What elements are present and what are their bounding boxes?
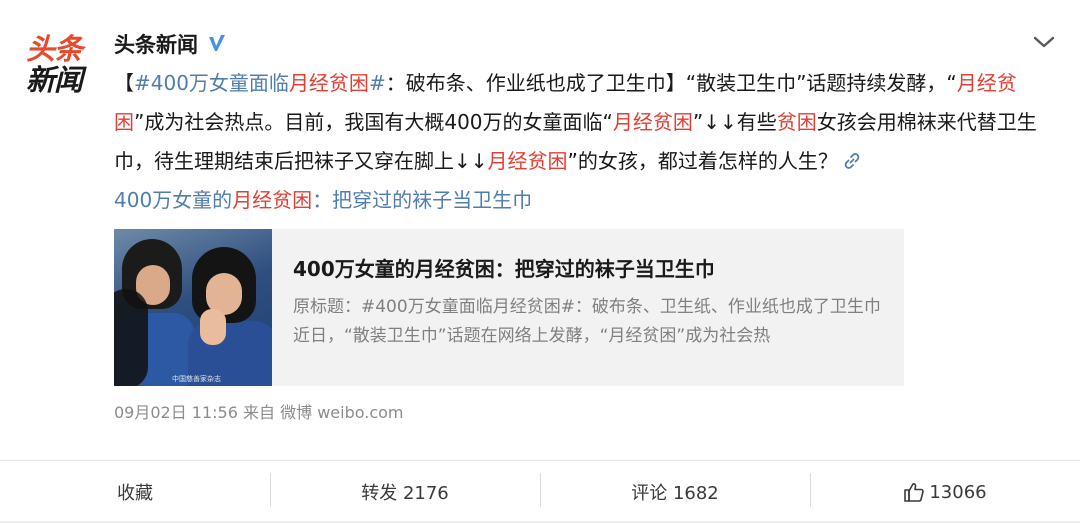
like-button[interactable]: 13066	[810, 461, 1080, 523]
article-link-pre: 400万女童的	[114, 188, 233, 212]
highlight-text: 贫困	[776, 110, 817, 134]
article-card[interactable]: 中国慈善家杂志 400万女童的月经贫困：把穿过的袜子当卫生巾 原标题：#400万…	[114, 229, 904, 386]
post-text-segment: ”↓↓有些	[692, 110, 777, 134]
favorite-button[interactable]: 收藏	[0, 461, 270, 523]
article-link-post: ：把穿过的袜子当卫生巾	[312, 188, 533, 212]
post-text: 【#400万女童面临月经贫困#：破布条、作业纸也成了卫生巾】“散装卫生巾”话题持…	[114, 71, 1037, 173]
post-content: 【#400万女童面临月经贫困#：破布条、作业纸也成了卫生巾】“散装卫生巾”话题持…	[114, 64, 1054, 220]
post-text-segment: ：破布条、作业纸也成了卫生巾】“散装卫生巾”话题持续发酵，“	[385, 71, 957, 95]
highlight-text: 月经贫困	[487, 149, 568, 173]
article-thumbnail: 中国慈善家杂志	[114, 229, 272, 386]
link-icon[interactable]	[842, 145, 862, 169]
post-source: 来自 微博 weibo.com	[243, 403, 404, 422]
article-link-highlight: 月经贫困	[232, 188, 313, 212]
action-bar: 收藏 转发 2176 评论 1682 13066	[0, 461, 1080, 523]
post-text-segment: ”成为社会热点。目前，我国有大概400万的女童面临“	[134, 110, 613, 134]
thumbs-up-icon	[903, 481, 925, 503]
comment-label: 评论 1682	[631, 483, 719, 504]
thumbnail-watermark: 中国慈善家杂志	[172, 375, 221, 383]
repost-button[interactable]: 转发 2176	[270, 461, 540, 523]
chevron-down-icon[interactable]	[1030, 30, 1058, 54]
highlight-text: 月经贫困	[612, 110, 693, 134]
avatar-text-line1: 头条	[26, 32, 83, 66]
post-meta: 09月02日 11:56 来自 微博 weibo.com	[114, 401, 404, 425]
v-badge-icon	[206, 33, 228, 55]
like-count: 13066	[929, 481, 987, 503]
comment-button[interactable]: 评论 1682	[540, 461, 810, 523]
hashtag-link[interactable]: #	[369, 71, 386, 95]
avatar[interactable]: 头条 新闻	[26, 34, 92, 100]
favorite-label: 收藏	[117, 483, 153, 504]
highlight-text: 月经贫困	[288, 71, 369, 95]
author-name[interactable]: 头条新闻	[114, 29, 198, 59]
article-card-text: 400万女童的月经贫困：把穿过的袜子当卫生巾 原标题：#400万女童面临月经贫困…	[272, 229, 904, 386]
avatar-text-line2: 新闻	[26, 63, 83, 97]
post-time: 09月02日 11:56	[114, 403, 238, 422]
repost-label: 转发 2176	[361, 483, 449, 504]
weibo-post: 头条 新闻 头条新闻 【#400万女童面临月经贫困#：破布条、作业纸也成了卫生巾…	[0, 0, 1080, 460]
hashtag-link[interactable]: #400万女童面临	[134, 71, 289, 95]
article-link[interactable]: 400万女童的月经贫困：把穿过的袜子当卫生巾	[114, 188, 532, 212]
post-text-segment: ”的女孩，都过着怎样的人生？	[567, 149, 838, 173]
article-card-title: 400万女童的月经贫困：把穿过的袜子当卫生巾	[293, 257, 715, 281]
article-card-summary: 原标题：#400万女童面临月经贫困#：破布条、卫生纸、作业纸也成了卫生巾 近日，…	[293, 297, 881, 346]
author-row: 头条新闻	[114, 30, 228, 58]
post-text-segment: 【	[114, 71, 134, 95]
